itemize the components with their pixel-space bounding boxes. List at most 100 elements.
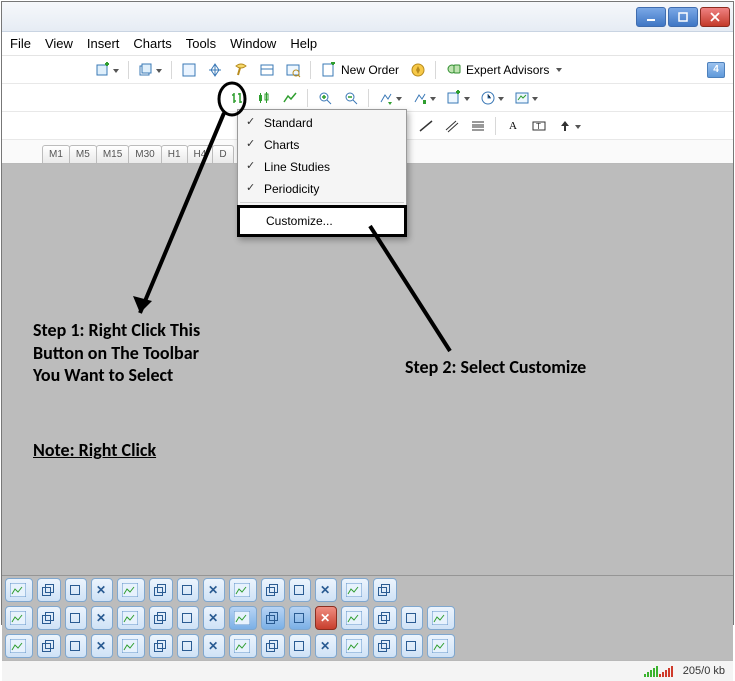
trendline-button[interactable] [415, 116, 437, 136]
tile-close-button[interactable]: ✕ [315, 578, 337, 602]
candlestick-chart-button[interactable] [253, 88, 275, 108]
chart-window-tile[interactable] [5, 606, 33, 630]
arrows-button[interactable] [554, 116, 584, 136]
menu-insert[interactable]: Insert [87, 36, 120, 51]
line-chart-button[interactable] [279, 88, 301, 108]
terminal-button[interactable] [256, 60, 278, 80]
templates-button[interactable] [511, 88, 541, 108]
tile-close-button[interactable]: ✕ [91, 634, 113, 658]
period-tab-m1[interactable]: M1 [42, 145, 70, 163]
tile-maximize-button[interactable] [401, 606, 423, 630]
tile-restore-button[interactable] [37, 634, 61, 658]
mdi-child-windows: ✕ ✕ ✕ ✕ ✕ ✕ [2, 575, 733, 660]
chart-window-tile[interactable] [117, 606, 145, 630]
text-label-button[interactable]: T [528, 116, 550, 136]
strategy-tester-button[interactable] [282, 60, 304, 80]
fibonacci-button[interactable] [467, 116, 489, 136]
period-tab-d1[interactable]: D [212, 145, 233, 163]
menu-file[interactable]: File [10, 36, 31, 51]
tile-close-button[interactable]: ✕ [203, 634, 225, 658]
equidistant-channel-button[interactable] [441, 116, 463, 136]
tile-maximize-button[interactable] [65, 606, 87, 630]
menu-window[interactable]: Window [230, 36, 276, 51]
data-window-button[interactable] [230, 60, 252, 80]
tile-close-button[interactable]: ✕ [91, 606, 113, 630]
tile-restore-button[interactable] [373, 634, 397, 658]
tile-restore-button[interactable] [373, 606, 397, 630]
tile-maximize-button[interactable] [177, 606, 199, 630]
chart-window-tile[interactable] [229, 634, 257, 658]
maximize-button[interactable] [668, 7, 698, 27]
tile-restore-button[interactable] [261, 606, 285, 630]
tile-maximize-button[interactable] [65, 578, 87, 602]
tile-restore-button[interactable] [261, 634, 285, 658]
tile-restore-button[interactable] [373, 578, 397, 602]
new-order-button[interactable]: New Order [317, 60, 403, 80]
notification-badge[interactable]: 4 [707, 62, 725, 78]
period-tab-m15[interactable]: M15 [96, 145, 129, 163]
chart-window-tile[interactable] [341, 578, 369, 602]
toolbar-standard: New Order Expert Advisors 4 [2, 56, 733, 84]
chart-shift-button[interactable] [409, 88, 439, 108]
expert-advisors-button[interactable]: Expert Advisors [442, 60, 566, 80]
period-tab-m30[interactable]: M30 [128, 145, 161, 163]
toolbar-separator [435, 61, 436, 79]
chart-window-tile[interactable] [5, 578, 33, 602]
chart-window-tile[interactable] [5, 634, 33, 658]
tile-maximize-button[interactable] [177, 578, 199, 602]
period-tab-h1[interactable]: H1 [161, 145, 188, 163]
period-tab-h4[interactable]: H4 [187, 145, 214, 163]
zoom-in-button[interactable] [314, 88, 336, 108]
menu-view[interactable]: View [45, 36, 73, 51]
menu-tools[interactable]: Tools [186, 36, 216, 51]
zoom-out-button[interactable] [340, 88, 362, 108]
toolbar-separator [171, 61, 172, 79]
chart-window-tile[interactable] [427, 606, 455, 630]
tile-maximize-button[interactable] [65, 634, 87, 658]
menu-bar: File View Insert Charts Tools Window Hel… [2, 32, 733, 56]
context-item-customize[interactable]: Customize... [237, 205, 407, 237]
text-button[interactable]: A [502, 116, 524, 136]
close-button[interactable] [700, 7, 730, 27]
context-item-standard[interactable]: Standard [238, 112, 406, 134]
tile-restore-button[interactable] [149, 606, 173, 630]
profiles-button[interactable] [135, 60, 165, 80]
tile-close-button[interactable]: ✕ [315, 606, 337, 630]
bar-chart-button[interactable] [227, 88, 249, 108]
metaquotes-button[interactable] [407, 60, 429, 80]
market-watch-button[interactable] [178, 60, 200, 80]
chart-window-tile[interactable] [427, 634, 455, 658]
context-item-charts[interactable]: Charts [238, 134, 406, 156]
tile-maximize-button[interactable] [401, 634, 423, 658]
tile-maximize-button[interactable] [289, 634, 311, 658]
tile-close-button[interactable]: ✕ [315, 634, 337, 658]
indicators-button[interactable] [443, 88, 473, 108]
tile-restore-button[interactable] [37, 578, 61, 602]
tile-maximize-button[interactable] [177, 634, 199, 658]
context-item-periodicity[interactable]: Periodicity [238, 178, 406, 200]
context-item-line-studies[interactable]: Line Studies [238, 156, 406, 178]
period-tab-m5[interactable]: M5 [69, 145, 97, 163]
tile-close-button[interactable]: ✕ [203, 578, 225, 602]
chart-window-tile[interactable] [229, 606, 257, 630]
auto-scroll-button[interactable] [375, 88, 405, 108]
chart-window-tile[interactable] [117, 634, 145, 658]
tile-maximize-button[interactable] [289, 578, 311, 602]
navigator-button[interactable] [204, 60, 226, 80]
tile-restore-button[interactable] [149, 578, 173, 602]
tile-restore-button[interactable] [261, 578, 285, 602]
menu-charts[interactable]: Charts [133, 36, 171, 51]
tile-maximize-button[interactable] [289, 606, 311, 630]
chart-window-tile[interactable] [117, 578, 145, 602]
tile-close-button[interactable]: ✕ [203, 606, 225, 630]
minimize-button[interactable] [636, 7, 666, 27]
tile-restore-button[interactable] [149, 634, 173, 658]
chart-window-tile[interactable] [341, 634, 369, 658]
chart-window-tile[interactable] [229, 578, 257, 602]
new-chart-button[interactable] [92, 60, 122, 80]
periodicity-button[interactable] [477, 88, 507, 108]
tile-restore-button[interactable] [37, 606, 61, 630]
menu-help[interactable]: Help [290, 36, 317, 51]
chart-window-tile[interactable] [341, 606, 369, 630]
tile-close-button[interactable]: ✕ [91, 578, 113, 602]
